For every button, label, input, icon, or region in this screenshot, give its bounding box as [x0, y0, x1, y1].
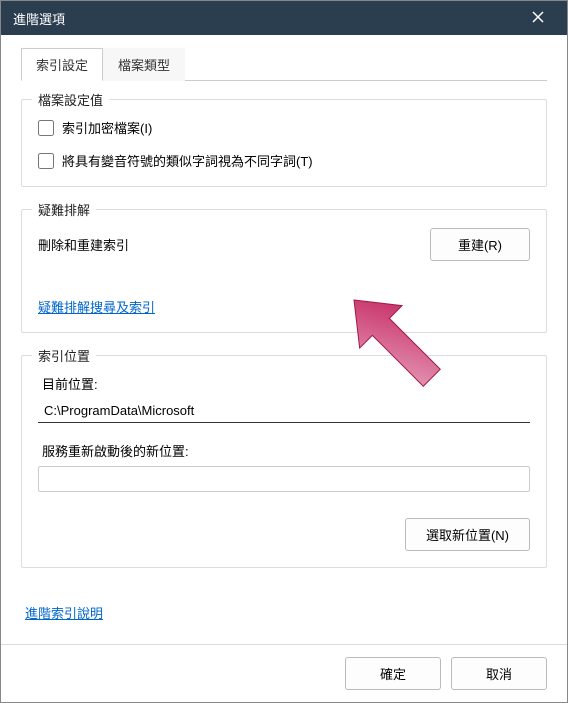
advanced-options-dialog: 進階選項 索引設定 檔案類型 檔案設定值 索引加密檔案(I) 將具有變音符號的類…: [0, 0, 568, 703]
ok-button[interactable]: 確定: [345, 657, 441, 690]
new-location-field: [38, 466, 530, 492]
checkbox-diacritics[interactable]: [38, 153, 54, 169]
label-index-encrypted[interactable]: 索引加密檔案(I): [62, 118, 152, 137]
current-location-label: 目前位置:: [42, 374, 530, 393]
tab-strip: 索引設定 檔案類型: [21, 47, 547, 81]
rebuild-row: 刪除和重建索引 重建(R): [38, 228, 530, 261]
group-troubleshoot: 疑難排解 刪除和重建索引 重建(R) 疑難排解搜尋及索引: [21, 209, 547, 333]
label-diacritics[interactable]: 將具有變音符號的類似字詞視為不同字詞(T): [62, 151, 313, 170]
advanced-index-help-link[interactable]: 進階索引說明: [25, 606, 103, 621]
close-button[interactable]: [521, 1, 555, 35]
checkbox-row-encrypt: 索引加密檔案(I): [38, 118, 530, 137]
new-location-label: 服務重新啟動後的新位置:: [42, 441, 530, 460]
dialog-title: 進階選項: [13, 9, 65, 28]
group-title-troubleshoot: 疑難排解: [32, 200, 96, 219]
group-title-file-settings: 檔案設定值: [32, 90, 109, 109]
group-title-location: 索引位置: [32, 346, 96, 365]
group-index-location: 索引位置 目前位置: 服務重新啟動後的新位置: 選取新位置(N): [21, 355, 547, 568]
checkbox-index-encrypted[interactable]: [38, 120, 54, 136]
select-new-location-button[interactable]: 選取新位置(N): [405, 518, 530, 551]
titlebar: 進階選項: [1, 1, 567, 35]
troubleshoot-help-link[interactable]: 疑難排解搜尋及索引: [38, 300, 155, 315]
tab-file-types[interactable]: 檔案類型: [103, 48, 185, 81]
tab-index-settings[interactable]: 索引設定: [21, 48, 103, 81]
group-file-settings: 檔案設定值 索引加密檔案(I) 將具有變音符號的類似字詞視為不同字詞(T): [21, 99, 547, 187]
checkbox-row-diacritics: 將具有變音符號的類似字詞視為不同字詞(T): [38, 151, 530, 170]
dialog-button-row: 確定 取消: [1, 644, 567, 702]
cancel-button[interactable]: 取消: [451, 657, 547, 690]
rebuild-text: 刪除和重建索引: [38, 235, 129, 254]
current-location-field: [38, 399, 530, 423]
close-icon: [532, 11, 544, 26]
rebuild-button[interactable]: 重建(R): [430, 228, 530, 261]
dialog-content: 索引設定 檔案類型 檔案設定值 索引加密檔案(I) 將具有變音符號的類似字詞視為…: [1, 35, 567, 644]
